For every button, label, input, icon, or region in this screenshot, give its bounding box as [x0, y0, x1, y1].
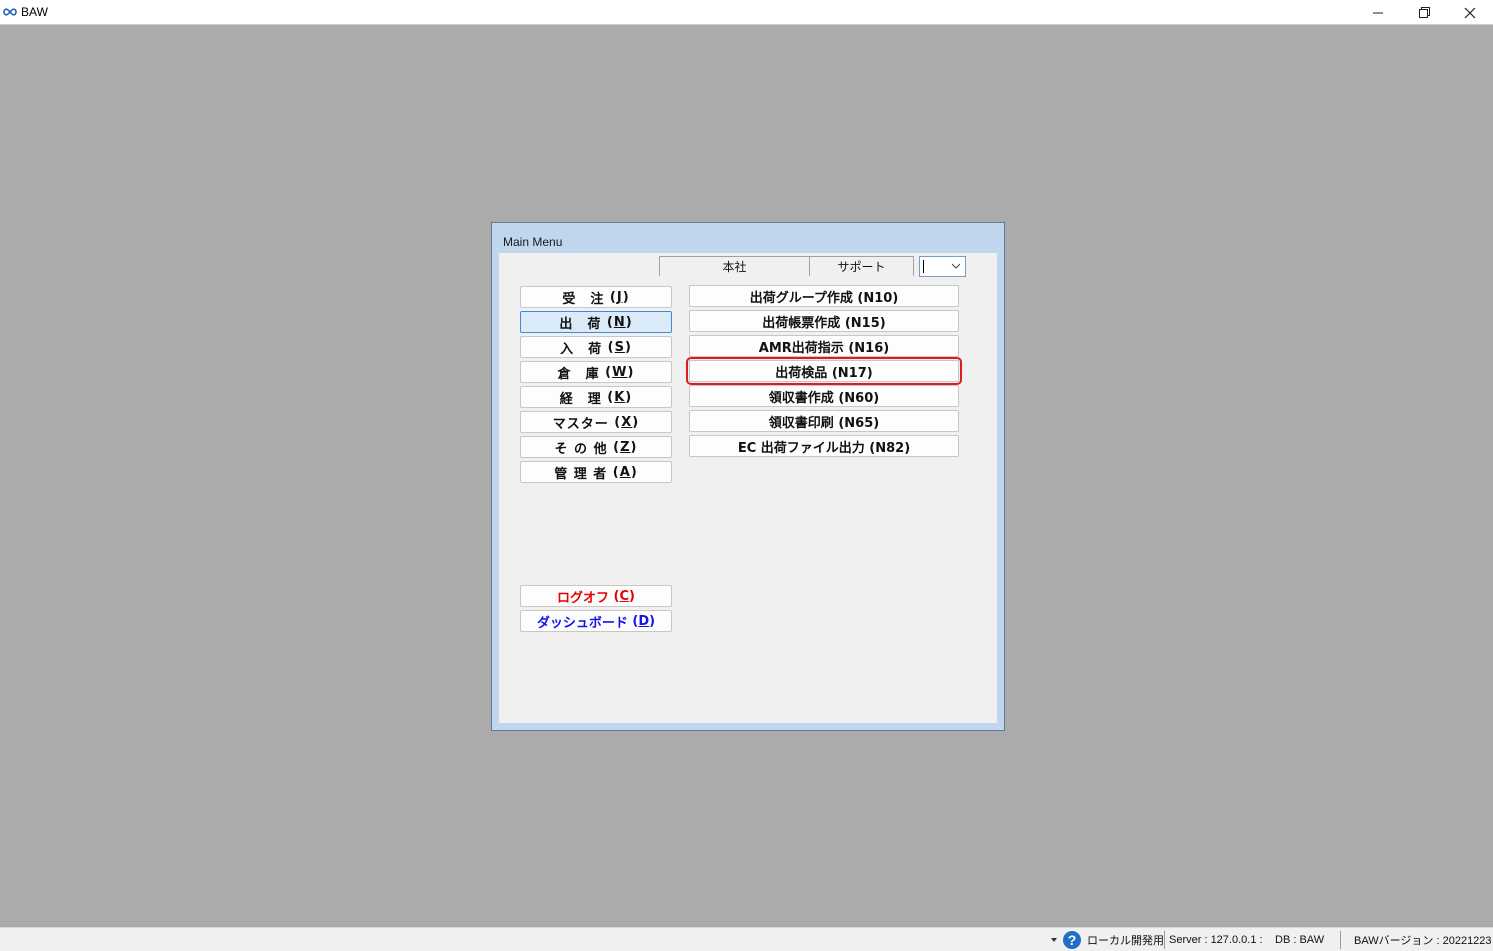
branch-combo[interactable]	[919, 256, 966, 277]
logoff-button[interactable]: ログオフ (C)	[520, 585, 672, 607]
svg-text:?: ?	[1068, 932, 1077, 948]
menu-kanrisha-button[interactable]: 管 理 者 (A)	[520, 461, 672, 483]
minimize-button[interactable]	[1355, 0, 1401, 25]
menu-label: 入 荷	[560, 341, 603, 357]
menu-shukka-button[interactable]: 出 荷 (N)	[520, 311, 672, 333]
menu-label: そ の 他	[554, 441, 608, 457]
submenu-n60-button[interactable]: 領収書作成 (N60)	[689, 385, 959, 407]
help-icon: ?	[1063, 931, 1081, 949]
submenu-n17-button[interactable]: 出荷検品 (N17)	[686, 357, 962, 385]
menu-shortcut: N	[613, 314, 626, 330]
title-bar: BAW	[0, 0, 1493, 25]
dialog-body: 本社 サポート 受 注 (J) 出 荷 (N) 入 荷 (S) 倉 庫 (W) …	[499, 253, 997, 723]
tab-honsha[interactable]: 本社	[659, 256, 810, 276]
close-button[interactable]	[1447, 0, 1493, 25]
status-server: Server : 127.0.0.1 :	[1169, 934, 1263, 946]
status-dropdown[interactable]	[1050, 928, 1058, 951]
tab-support[interactable]: サポート	[810, 256, 914, 276]
minimize-icon	[1373, 12, 1383, 13]
submenu-n82-button[interactable]: EC 出荷ファイル出力 (N82)	[689, 435, 959, 457]
dialog-title: Main Menu	[503, 235, 563, 249]
menu-label: 倉 庫	[557, 366, 600, 382]
logoff-label: ログオフ	[557, 590, 610, 606]
status-separator	[1340, 931, 1341, 949]
menu-shortcut: X	[621, 414, 633, 430]
text-caret	[923, 260, 924, 273]
status-separator	[1164, 931, 1165, 949]
submenu-n15-button[interactable]: 出荷帳票作成 (N15)	[689, 310, 959, 332]
dropdown-arrow-icon	[1051, 938, 1057, 942]
branch-tabs: 本社 サポート	[659, 256, 914, 276]
window-title: BAW	[21, 5, 48, 19]
menu-juchu-button[interactable]: 受 注 (J)	[520, 286, 672, 308]
menu-label: 経 理	[559, 391, 602, 407]
logoff-shortcut: C	[619, 588, 630, 604]
dashboard-button[interactable]: ダッシュボード (D)	[520, 610, 672, 632]
restore-button[interactable]	[1401, 0, 1447, 25]
chevron-down-icon	[951, 263, 961, 269]
menu-label: 出 荷	[559, 316, 602, 332]
help-button[interactable]: ?	[1062, 928, 1082, 951]
dashboard-label: ダッシュボード	[536, 615, 628, 631]
submenu-n10-button[interactable]: 出荷グループ作成 (N10)	[689, 285, 959, 307]
infinity-logo-icon	[3, 6, 19, 18]
status-env: ローカル開発用	[1087, 935, 1164, 947]
dashboard-shortcut: D	[638, 613, 650, 629]
menu-shortcut: K	[614, 389, 626, 405]
menu-shortcut: S	[614, 339, 625, 355]
menu-label: 管 理 者	[554, 466, 608, 482]
status-version: BAWバージョン : 20221223	[1354, 935, 1492, 947]
menu-shortcut: Z	[620, 439, 631, 455]
submenu-n16-button[interactable]: AMR出荷指示 (N16)	[689, 335, 959, 357]
menu-keiri-button[interactable]: 経 理 (K)	[520, 386, 672, 408]
status-db: DB : BAW	[1275, 934, 1325, 946]
menu-label: 受 注	[562, 291, 605, 307]
menu-soko-button[interactable]: 倉 庫 (W)	[520, 361, 672, 383]
menu-master-button[interactable]: マスター (X)	[520, 411, 672, 433]
menu-shortcut: A	[619, 464, 631, 480]
status-bar: ? ローカル開発用 Server : 127.0.0.1 : DB : BAW …	[0, 927, 1493, 951]
menu-label: マスター	[552, 416, 609, 432]
restore-icon	[1418, 7, 1430, 18]
main-menu-dialog: Main Menu 本社 サポート 受 注 (J) 出 荷 (N) 入 荷 (S…	[491, 222, 1005, 731]
menu-shortcut: J	[616, 289, 623, 305]
menu-nyuka-button[interactable]: 入 荷 (S)	[520, 336, 672, 358]
submenu-n65-button[interactable]: 領収書印刷 (N65)	[689, 410, 959, 432]
close-icon	[1464, 7, 1476, 18]
menu-shortcut: W	[612, 364, 628, 380]
menu-sonota-button[interactable]: そ の 他 (Z)	[520, 436, 672, 458]
